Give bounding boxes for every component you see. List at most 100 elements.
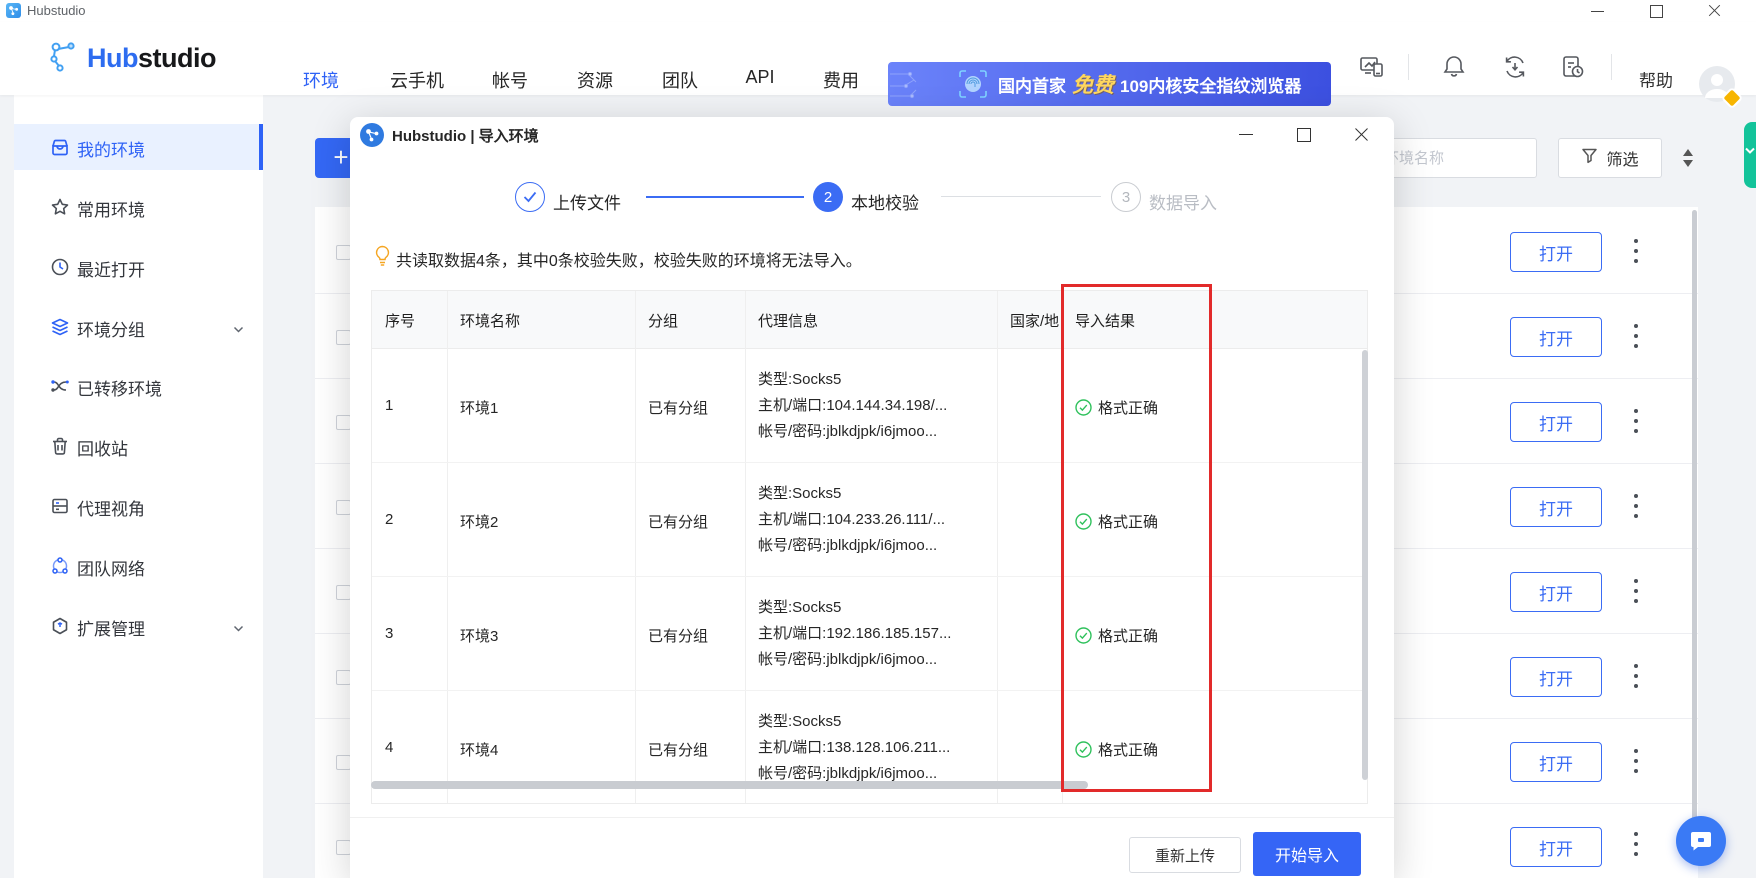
sidebar-item-favorites[interactable]: 常用环境 (14, 184, 263, 230)
search-input[interactable] (1371, 138, 1537, 178)
window-minimize-button[interactable] (1576, 0, 1620, 22)
row-checkbox[interactable] (336, 755, 351, 770)
proxy-card-icon (50, 496, 70, 516)
cell-group: 已有分组 (648, 739, 708, 760)
open-environment-button[interactable]: 打开 (1510, 827, 1602, 867)
dialog-close-button[interactable] (1346, 125, 1376, 145)
row-kebab-menu-icon[interactable] (1633, 579, 1639, 605)
table-row: 1 环境1 已有分组 类型:Socks5 主机/端口:104.144.34.19… (372, 349, 1367, 463)
row-checkbox[interactable] (336, 415, 351, 430)
reupload-button[interactable]: 重新上传 (1129, 837, 1241, 873)
step-connector-done (646, 196, 804, 198)
window-title: Hubstudio (27, 3, 86, 18)
open-environment-button[interactable]: 打开 (1510, 232, 1602, 272)
sidebar-item-proxy-view[interactable]: 代理视角 (14, 483, 263, 529)
notifications-bell-icon[interactable] (1441, 54, 1467, 80)
tip-bulb-icon (374, 245, 391, 267)
row-kebab-menu-icon[interactable] (1633, 494, 1639, 520)
open-environment-button[interactable]: 打开 (1510, 487, 1602, 527)
filter-label: 筛选 (1606, 146, 1638, 170)
table-row: 3 环境3 已有分组 类型:Socks5 主机/端口:192.186.185.1… (372, 577, 1367, 691)
sidebar-item-extension-management[interactable]: 扩展管理 (14, 603, 263, 649)
sidebar-item-recently-opened[interactable]: 最近打开 (14, 244, 263, 290)
row-kebab-menu-icon[interactable] (1633, 239, 1639, 265)
open-environment-button[interactable]: 打开 (1510, 657, 1602, 697)
sync-download-icon[interactable] (1502, 54, 1528, 80)
cell-group: 已有分组 (648, 397, 708, 418)
screen-sync-icon[interactable] (1359, 54, 1385, 80)
brand-logo[interactable]: Hubstudio (46, 36, 216, 80)
window-close-button[interactable] (1693, 0, 1737, 22)
column-header-country: 国家/地 (1010, 310, 1060, 331)
cell-index: 2 (385, 511, 393, 528)
network-nodes-icon (50, 556, 70, 576)
row-kebab-menu-icon[interactable] (1633, 832, 1639, 858)
sidebar-item-my-environments[interactable]: 我的环境 (14, 124, 263, 170)
row-kebab-menu-icon[interactable] (1633, 749, 1639, 775)
open-environment-button[interactable]: 打开 (1510, 402, 1602, 442)
nav-tab-billing[interactable]: 费用 (823, 67, 859, 93)
row-checkbox[interactable] (336, 500, 351, 515)
cell-proxy: 类型:Socks5 主机/端口:104.233.26.111/... 帐号/密码… (758, 481, 945, 559)
brand-molecule-icon (46, 39, 80, 78)
sidebar-item-recycle-bin[interactable]: 回收站 (14, 423, 263, 469)
cell-name: 环境3 (460, 625, 498, 646)
circuit-decoration (888, 62, 958, 106)
nav-tab-team[interactable]: 团队 (662, 67, 698, 93)
dialog-maximize-button[interactable] (1288, 125, 1318, 145)
side-panel-toggle[interactable] (1744, 122, 1756, 188)
sort-toggle[interactable] (1682, 148, 1694, 168)
column-header-index: 序号 (385, 310, 415, 331)
banner-text-prefix: 国内首家 (998, 72, 1066, 97)
nav-tab-api[interactable]: API (745, 67, 774, 88)
open-environment-button[interactable]: 打开 (1510, 742, 1602, 782)
cell-proxy: 类型:Socks5 主机/端口:192.186.185.157... 帐号/密码… (758, 595, 951, 673)
sidebar-item-environment-groups[interactable]: 环境分组 (14, 304, 263, 350)
cell-name: 环境4 (460, 739, 498, 760)
help-link[interactable]: 帮助 (1639, 67, 1673, 92)
open-environment-button[interactable]: 打开 (1510, 572, 1602, 612)
row-checkbox[interactable] (336, 245, 351, 260)
nav-tab-environment[interactable]: 环境 (303, 67, 339, 93)
cell-name: 环境1 (460, 397, 498, 418)
row-kebab-menu-icon[interactable] (1633, 324, 1639, 350)
cell-name: 环境2 (460, 511, 498, 532)
nav-tab-resource[interactable]: 资源 (577, 67, 613, 93)
fingerprint-icon (958, 69, 988, 99)
row-kebab-menu-icon[interactable] (1633, 664, 1639, 690)
window-maximize-button[interactable] (1635, 0, 1679, 22)
chevron-down-icon (233, 322, 244, 333)
column-header-proxy: 代理信息 (758, 310, 818, 331)
table-horizontal-scrollbar[interactable] (371, 781, 1088, 789)
filter-button[interactable]: 筛选 (1558, 138, 1662, 178)
step-1-done-check-icon (515, 182, 545, 212)
row-checkbox[interactable] (336, 840, 351, 855)
row-checkbox[interactable] (336, 670, 351, 685)
history-log-icon[interactable] (1560, 54, 1586, 80)
clock-icon (50, 257, 70, 277)
star-icon (50, 197, 70, 217)
transfer-icon (50, 376, 70, 396)
import-result-highlight-box (1061, 284, 1212, 792)
nav-tab-cloud-phone[interactable]: 云手机 (390, 67, 444, 93)
sidebar: 我的环境 常用环境 最近打开 环境分组 已转移环境 回收站 代理视角 (14, 95, 263, 878)
extension-cube-icon (50, 616, 70, 636)
sidebar-item-team-network[interactable]: 团队网络 (14, 543, 263, 589)
row-checkbox[interactable] (336, 585, 351, 600)
row-kebab-menu-icon[interactable] (1633, 409, 1639, 435)
start-import-button[interactable]: 开始导入 (1253, 832, 1361, 876)
sidebar-item-transferred[interactable]: 已转移环境 (14, 363, 263, 409)
customer-service-chat-button[interactable] (1676, 816, 1726, 866)
nav-tab-account[interactable]: 帐号 (492, 67, 528, 93)
titlebar: Hubstudio (0, 0, 1756, 22)
row-checkbox[interactable] (336, 330, 351, 345)
list-scrollbar[interactable] (1692, 210, 1697, 865)
table-vertical-scrollbar[interactable] (1362, 350, 1368, 780)
header-divider (1408, 54, 1409, 80)
app-header: Hubstudio 环境 云手机 帐号 资源 团队 API 费用 国内首家 免费… (0, 22, 1756, 95)
open-environment-button[interactable]: 打开 (1510, 317, 1602, 357)
promo-banner[interactable]: 国内首家 免费 109内核安全指纹浏览器 (888, 62, 1331, 106)
dialog-minimize-button[interactable] (1231, 125, 1261, 145)
cell-index: 1 (385, 397, 393, 414)
layers-icon (50, 317, 70, 337)
